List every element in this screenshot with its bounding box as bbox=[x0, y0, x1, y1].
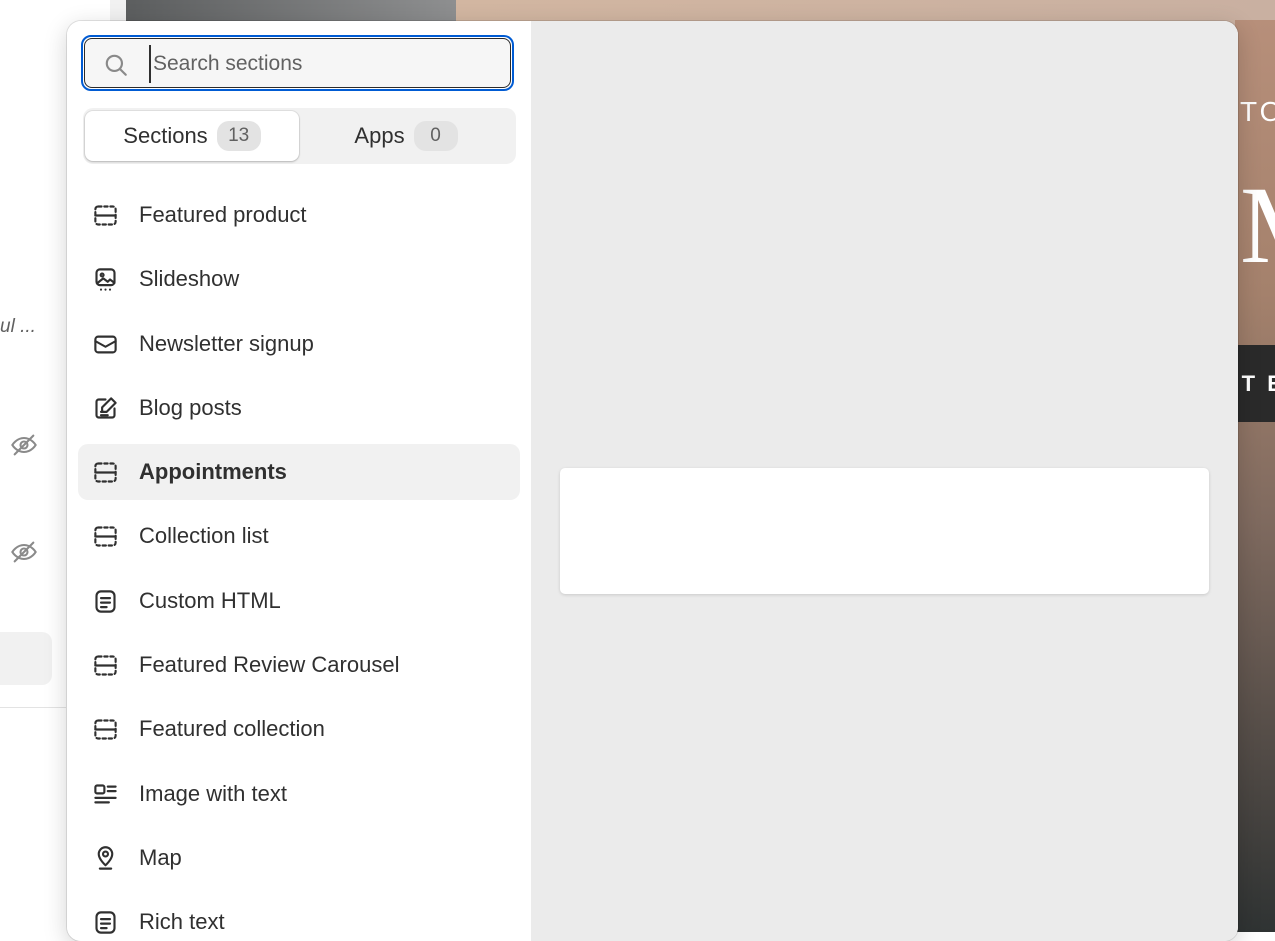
section-item-label: Custom HTML bbox=[139, 587, 281, 613]
section-item-label: Map bbox=[139, 844, 182, 870]
section-item-blog-posts[interactable]: Blog posts bbox=[78, 380, 520, 436]
tab-apps-count: 0 bbox=[413, 121, 458, 151]
section-preview-card bbox=[560, 468, 1209, 594]
eye-off-icon[interactable] bbox=[10, 431, 38, 459]
slideshow-icon bbox=[92, 266, 119, 293]
section-item-label: Appointments bbox=[139, 459, 287, 485]
section-preview-pane bbox=[531, 21, 1238, 941]
add-section-popover: Sections 13 Apps 0 Featured product bbox=[67, 21, 1238, 941]
image-with-text-icon bbox=[92, 781, 119, 808]
section-item-label: Newsletter signup bbox=[139, 330, 314, 356]
section-item-label: Blog posts bbox=[139, 394, 242, 420]
edit-note-icon bbox=[92, 395, 119, 422]
section-item-label: Rich text bbox=[139, 909, 225, 935]
map-pin-icon bbox=[92, 845, 119, 872]
sidebar-selected-row[interactable] bbox=[0, 632, 52, 685]
search-input[interactable] bbox=[149, 45, 508, 83]
tab-apps-label: Apps bbox=[354, 123, 405, 148]
section-item-rich-text[interactable]: Rich text bbox=[78, 894, 520, 941]
section-item-image-with-text[interactable]: Image with text bbox=[78, 766, 520, 822]
dashed-section-icon bbox=[92, 202, 119, 229]
section-item-newsletter-signup[interactable]: Newsletter signup bbox=[78, 316, 520, 372]
section-item-featured-review-carousel[interactable]: Featured Review Carousel bbox=[78, 637, 520, 693]
dashed-section-icon bbox=[92, 523, 119, 550]
section-item-featured-collection[interactable]: Featured collection bbox=[78, 701, 520, 757]
text-block-icon bbox=[92, 588, 119, 615]
dashed-section-icon bbox=[92, 652, 119, 679]
sidebar-divider bbox=[0, 707, 66, 708]
section-item-slideshow[interactable]: Slideshow bbox=[78, 251, 520, 307]
preview-heading-fragment: TO bbox=[1240, 96, 1275, 127]
section-item-map[interactable]: Map bbox=[78, 830, 520, 886]
tab-sections[interactable]: Sections 13 bbox=[85, 111, 299, 161]
eye-off-icon[interactable] bbox=[10, 538, 38, 566]
section-item-featured-product[interactable]: Featured product bbox=[78, 187, 520, 243]
envelope-icon bbox=[92, 331, 119, 358]
section-item-appointments[interactable]: Appointments bbox=[78, 444, 520, 501]
text-block-icon bbox=[92, 909, 119, 936]
section-item-custom-html[interactable]: Custom HTML bbox=[78, 573, 520, 629]
sidebar-truncated-label: ul ... bbox=[0, 316, 36, 337]
section-item-label: Collection list bbox=[139, 523, 269, 549]
tab-sections-count: 13 bbox=[216, 121, 261, 151]
preview-title-fragment: M bbox=[1240, 170, 1275, 280]
section-item-label: Featured collection bbox=[139, 716, 325, 742]
dashed-section-icon bbox=[92, 459, 119, 486]
search-icon bbox=[103, 52, 129, 78]
section-item-label: Featured Review Carousel bbox=[139, 652, 400, 678]
preview-cta-label: ST E bbox=[1238, 371, 1275, 396]
section-item-collection-list[interactable]: Collection list bbox=[78, 508, 520, 564]
section-item-label: Featured product bbox=[139, 202, 307, 227]
dashed-section-icon bbox=[92, 716, 119, 743]
sections-list: Featured product Slideshow Newsletter si… bbox=[78, 187, 520, 941]
section-tabs: Sections 13 Apps 0 bbox=[83, 108, 516, 164]
preview-cta-button: ST E bbox=[1238, 345, 1275, 422]
tab-apps[interactable]: Apps 0 bbox=[299, 111, 513, 161]
sections-list-pane: Sections 13 Apps 0 Featured product bbox=[67, 21, 531, 941]
section-item-label: Image with text bbox=[139, 780, 287, 806]
section-item-label: Slideshow bbox=[139, 266, 240, 292]
tab-sections-label: Sections bbox=[123, 123, 208, 148]
search-box[interactable] bbox=[81, 35, 514, 91]
preview-hero-image bbox=[1235, 20, 1275, 932]
